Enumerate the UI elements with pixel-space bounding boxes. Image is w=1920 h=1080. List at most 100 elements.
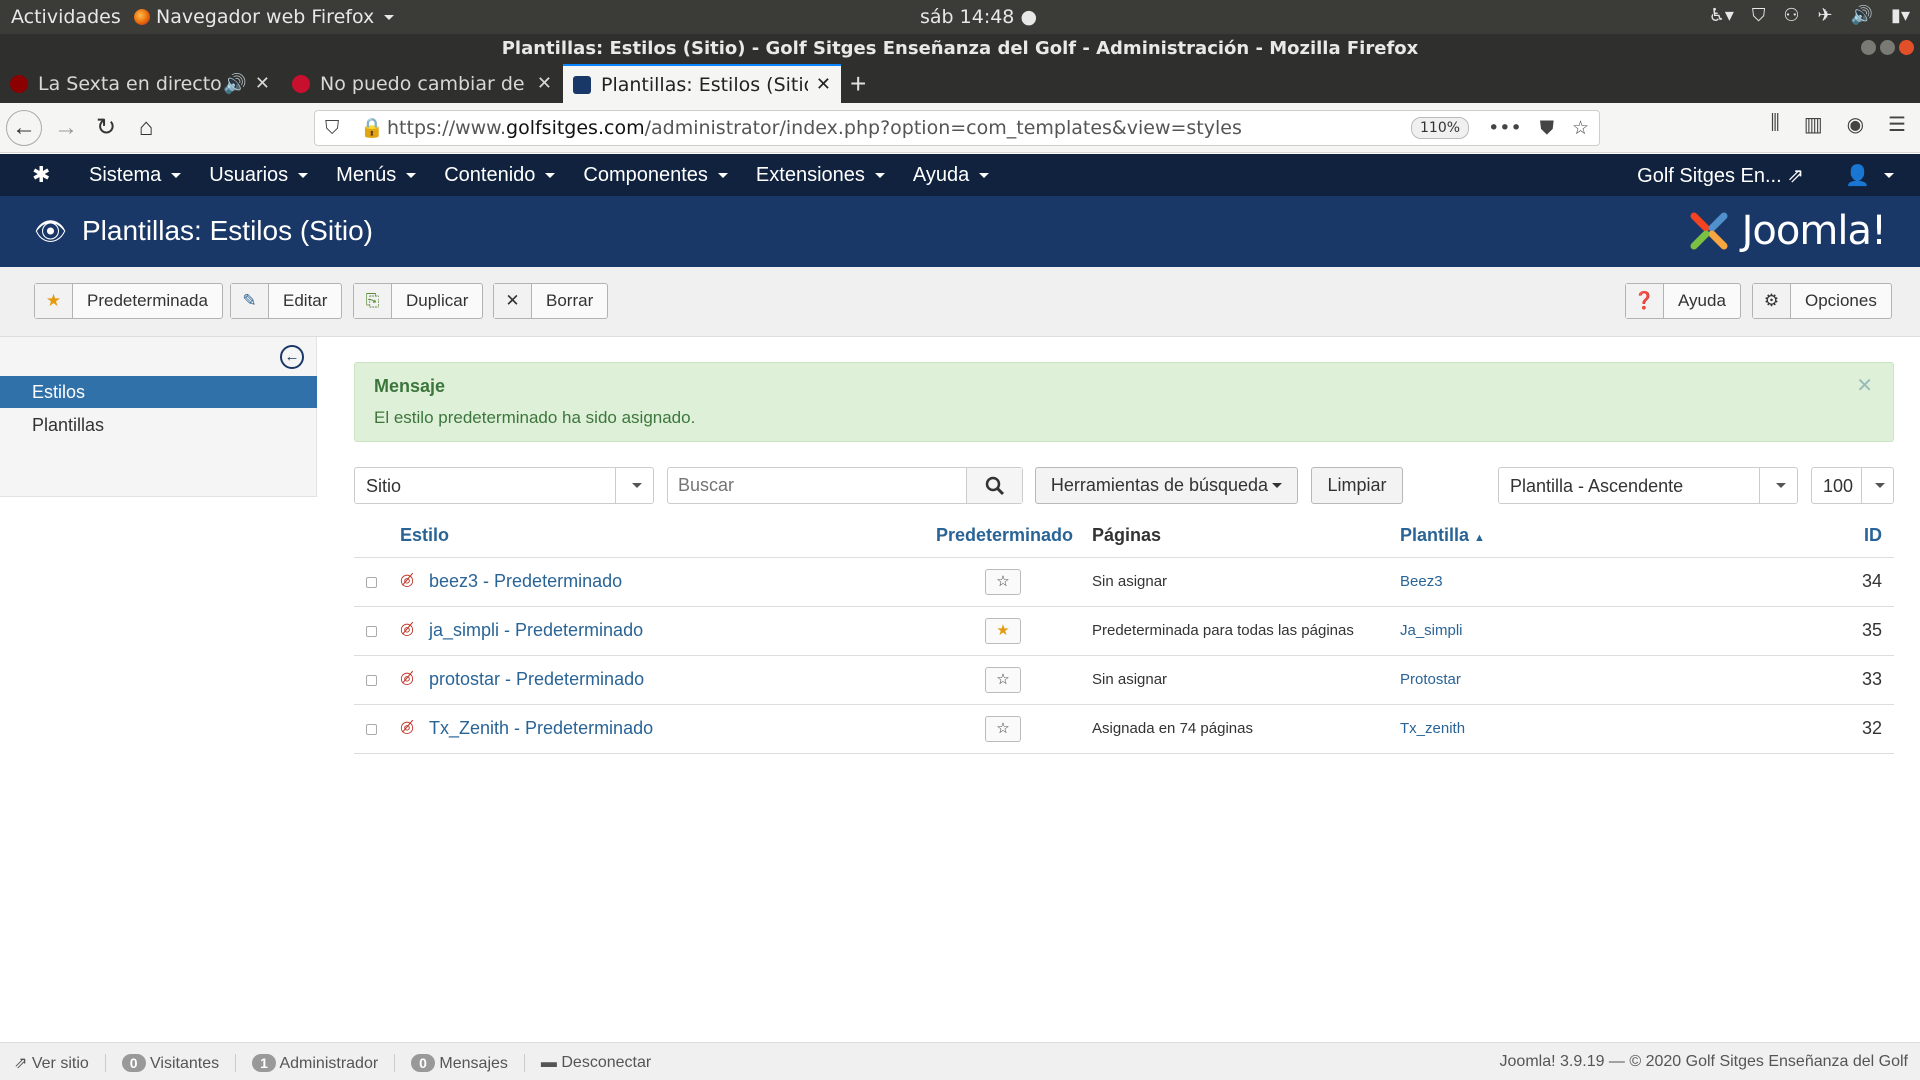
search-input[interactable]: [668, 468, 968, 503]
bookmark-star-icon[interactable]: ☆: [1572, 111, 1589, 145]
col-header-style[interactable]: Estilo: [400, 525, 449, 546]
caret-icon: [171, 172, 182, 178]
menu-menus[interactable]: Menús: [336, 164, 417, 187]
pocket-icon[interactable]: ⛊: [1540, 111, 1554, 145]
template-link[interactable]: Protostar: [1400, 671, 1461, 688]
window-title: Plantillas: Estilos (Sitio) - Golf Sitge…: [0, 34, 1920, 64]
battery-icon[interactable]: ▮▾: [1891, 5, 1910, 26]
network-icon[interactable]: ⚇: [1783, 5, 1799, 26]
sidebar-item-estilos[interactable]: Estilos: [0, 376, 317, 408]
set-default-star-button[interactable]: ☆: [985, 569, 1021, 595]
chevron-down-icon: [1759, 468, 1797, 503]
style-link[interactable]: ja_simpli - Predeterminado: [429, 620, 643, 641]
gear-icon: ⚙: [1753, 284, 1791, 318]
shield-icon[interactable]: ⛉: [1752, 5, 1766, 26]
favicon-icon: [292, 74, 310, 93]
home-button[interactable]: ⌂: [130, 112, 162, 144]
eye-slash-icon: ◎̸: [400, 621, 414, 638]
activities-button[interactable]: Actividades: [11, 6, 121, 28]
edit-button[interactable]: ✎ Editar: [230, 283, 343, 319]
visitors-badge: 0: [121, 1053, 146, 1072]
duplicate-button[interactable]: ⎘ Duplicar: [353, 283, 484, 319]
view-site-link[interactable]: ⇗ Ver sitio: [14, 1053, 89, 1073]
maximize-button[interactable]: [1880, 40, 1895, 55]
sidebar-item-plantillas[interactable]: Plantillas: [0, 409, 317, 441]
search-button[interactable]: [966, 468, 1022, 503]
joomla-logo-icon[interactable]: ✱: [32, 162, 50, 188]
row-checkbox[interactable]: [366, 577, 377, 588]
back-button[interactable]: ←: [6, 110, 42, 146]
airplane-icon[interactable]: ✈: [1818, 5, 1833, 26]
row-checkbox[interactable]: [366, 626, 377, 637]
close-icon[interactable]: ✕: [255, 73, 270, 94]
menu-ayuda[interactable]: Ayuda: [913, 164, 990, 187]
tab-lasexta[interactable]: La Sexta en directo: Te 🔊 ✕: [0, 64, 280, 103]
tab-plantillas[interactable]: Plantillas: Estilos (Sitio) - ✕: [563, 64, 841, 103]
sidebar-icon[interactable]: ▥: [1804, 112, 1823, 137]
menu-usuarios[interactable]: Usuarios: [209, 164, 309, 187]
style-link[interactable]: beez3 - Predeterminado: [429, 571, 622, 592]
search-tools-button[interactable]: Herramientas de búsqueda: [1035, 467, 1298, 504]
row-checkbox[interactable]: [366, 724, 377, 735]
pages-cell: Asignada en 74 páginas: [1092, 720, 1253, 737]
new-tab-button[interactable]: +: [850, 64, 866, 103]
row-checkbox[interactable]: [366, 675, 377, 686]
volume-icon[interactable]: 🔊: [1851, 5, 1873, 26]
forward-button[interactable]: →: [50, 112, 82, 144]
set-default-star-button[interactable]: ☆: [985, 716, 1021, 742]
clock[interactable]: sáb 14:48 ●: [920, 6, 1037, 28]
system-tray[interactable]: ♿▾ ⛉ ⚇ ✈ 🔊 ▮▾: [1709, 5, 1910, 26]
url-bar[interactable]: ⛉ 🔒 https://www.golfsitges.com/administr…: [314, 110, 1600, 146]
reload-button[interactable]: ↻: [90, 112, 122, 144]
template-link[interactable]: Tx_zenith: [1400, 720, 1465, 737]
menu-sistema[interactable]: Sistema: [89, 164, 182, 187]
minimize-button[interactable]: [1861, 40, 1876, 55]
clear-button[interactable]: Limpiar: [1311, 467, 1403, 504]
menu-contenido[interactable]: Contenido: [444, 164, 556, 187]
ordering-select[interactable]: Plantilla - Ascendente: [1498, 467, 1798, 504]
menu-componentes[interactable]: Componentes: [583, 164, 728, 187]
set-default-star-button[interactable]: ☆: [985, 667, 1021, 693]
close-alert-icon[interactable]: ✕: [1856, 373, 1873, 398]
close-window-button[interactable]: [1899, 40, 1914, 55]
set-default-button[interactable]: ★ Predeterminada: [34, 283, 223, 319]
visitors-status[interactable]: 0 Visitantes: [121, 1053, 219, 1073]
delete-button[interactable]: ✕ Borrar: [493, 283, 609, 319]
lock-icon[interactable]: 🔒: [360, 111, 384, 145]
template-link[interactable]: Beez3: [1400, 573, 1443, 590]
client-select[interactable]: Sitio: [354, 467, 654, 504]
style-link[interactable]: Tx_Zenith - Predeterminado: [429, 718, 653, 739]
default-star-button-active[interactable]: ★: [985, 618, 1021, 644]
tracking-shield-icon[interactable]: ⛉: [325, 111, 339, 145]
accessibility-icon[interactable]: ♿▾: [1709, 5, 1734, 26]
app-menu[interactable]: Navegador web Firefox: [134, 6, 395, 28]
collapse-sidebar-icon[interactable]: ←: [280, 345, 304, 369]
library-icon[interactable]: ⫼: [1771, 112, 1780, 137]
more-actions-icon[interactable]: •••: [1488, 111, 1522, 145]
user-menu[interactable]: 👤: [1845, 163, 1894, 188]
url-text[interactable]: https://www.golfsitges.com/administrator…: [387, 111, 1242, 145]
style-link[interactable]: protostar - Predeterminado: [429, 669, 644, 690]
limit-select[interactable]: 100: [1811, 467, 1894, 504]
template-link[interactable]: Ja_simpli: [1400, 622, 1463, 639]
account-icon[interactable]: ◉: [1847, 112, 1864, 137]
zoom-indicator[interactable]: 110%: [1411, 117, 1470, 139]
messages-status[interactable]: 0 Mensajes: [411, 1053, 508, 1073]
logout-link[interactable]: ▬ Desconectar: [541, 1054, 651, 1072]
col-header-default[interactable]: Predeterminado: [936, 525, 1073, 546]
col-header-id[interactable]: ID: [1864, 525, 1882, 546]
col-header-template[interactable]: Plantilla ▲: [1400, 525, 1485, 546]
speaker-icon[interactable]: 🔊: [223, 72, 247, 95]
admins-status[interactable]: 1 Administrador: [252, 1053, 378, 1073]
site-link[interactable]: Golf Sitges En... ⇗: [1637, 163, 1804, 188]
close-icon[interactable]: ✕: [537, 73, 552, 94]
menu-extensiones[interactable]: Extensiones: [756, 164, 885, 187]
help-button[interactable]: ❓ Ayuda: [1625, 283, 1741, 319]
tab-no-puedo[interactable]: No puedo cambiar de pla ✕: [282, 64, 562, 103]
caret-icon: [717, 172, 728, 178]
hamburger-menu-icon[interactable]: ☰: [1888, 112, 1906, 137]
admin-menu: Sistema Usuarios Menús Contenido Compone…: [89, 154, 990, 196]
options-button[interactable]: ⚙ Opciones: [1752, 283, 1892, 319]
edit-icon: ✎: [231, 284, 269, 318]
close-icon[interactable]: ✕: [816, 74, 831, 95]
